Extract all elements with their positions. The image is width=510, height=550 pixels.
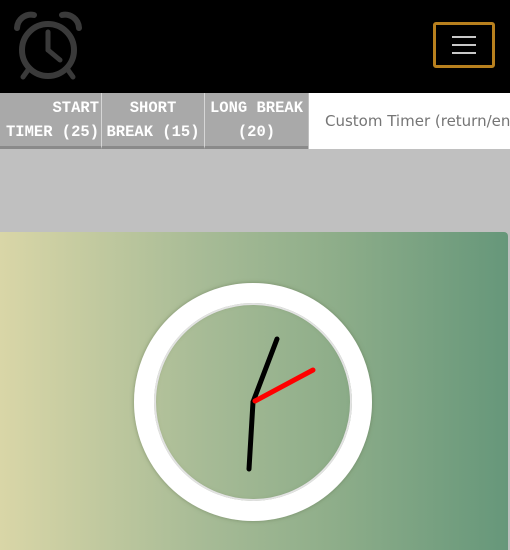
short-break-button[interactable]: SHORT BREAK (15) bbox=[102, 93, 205, 149]
navbar bbox=[0, 0, 510, 93]
minute-hand bbox=[246, 399, 256, 472]
custom-timer-input[interactable] bbox=[309, 93, 510, 149]
start-timer-label: START TIMER (25) bbox=[5, 98, 99, 141]
long-break-label: LONG BREAK (20) bbox=[209, 98, 303, 141]
start-timer-button[interactable]: START TIMER (25) bbox=[0, 93, 102, 149]
long-break-button[interactable]: LONG BREAK (20) bbox=[205, 93, 308, 149]
timer-bar: START TIMER (25) SHORT BREAK (15) LONG B… bbox=[0, 93, 510, 149]
analog-clock bbox=[134, 283, 372, 521]
hamburger-menu-icon bbox=[452, 36, 476, 38]
menu-toggle-button[interactable] bbox=[433, 22, 495, 68]
short-break-label: SHORT BREAK (15) bbox=[106, 98, 200, 141]
clock-panel bbox=[0, 232, 508, 550]
alarm-clock-icon[interactable] bbox=[12, 10, 84, 82]
